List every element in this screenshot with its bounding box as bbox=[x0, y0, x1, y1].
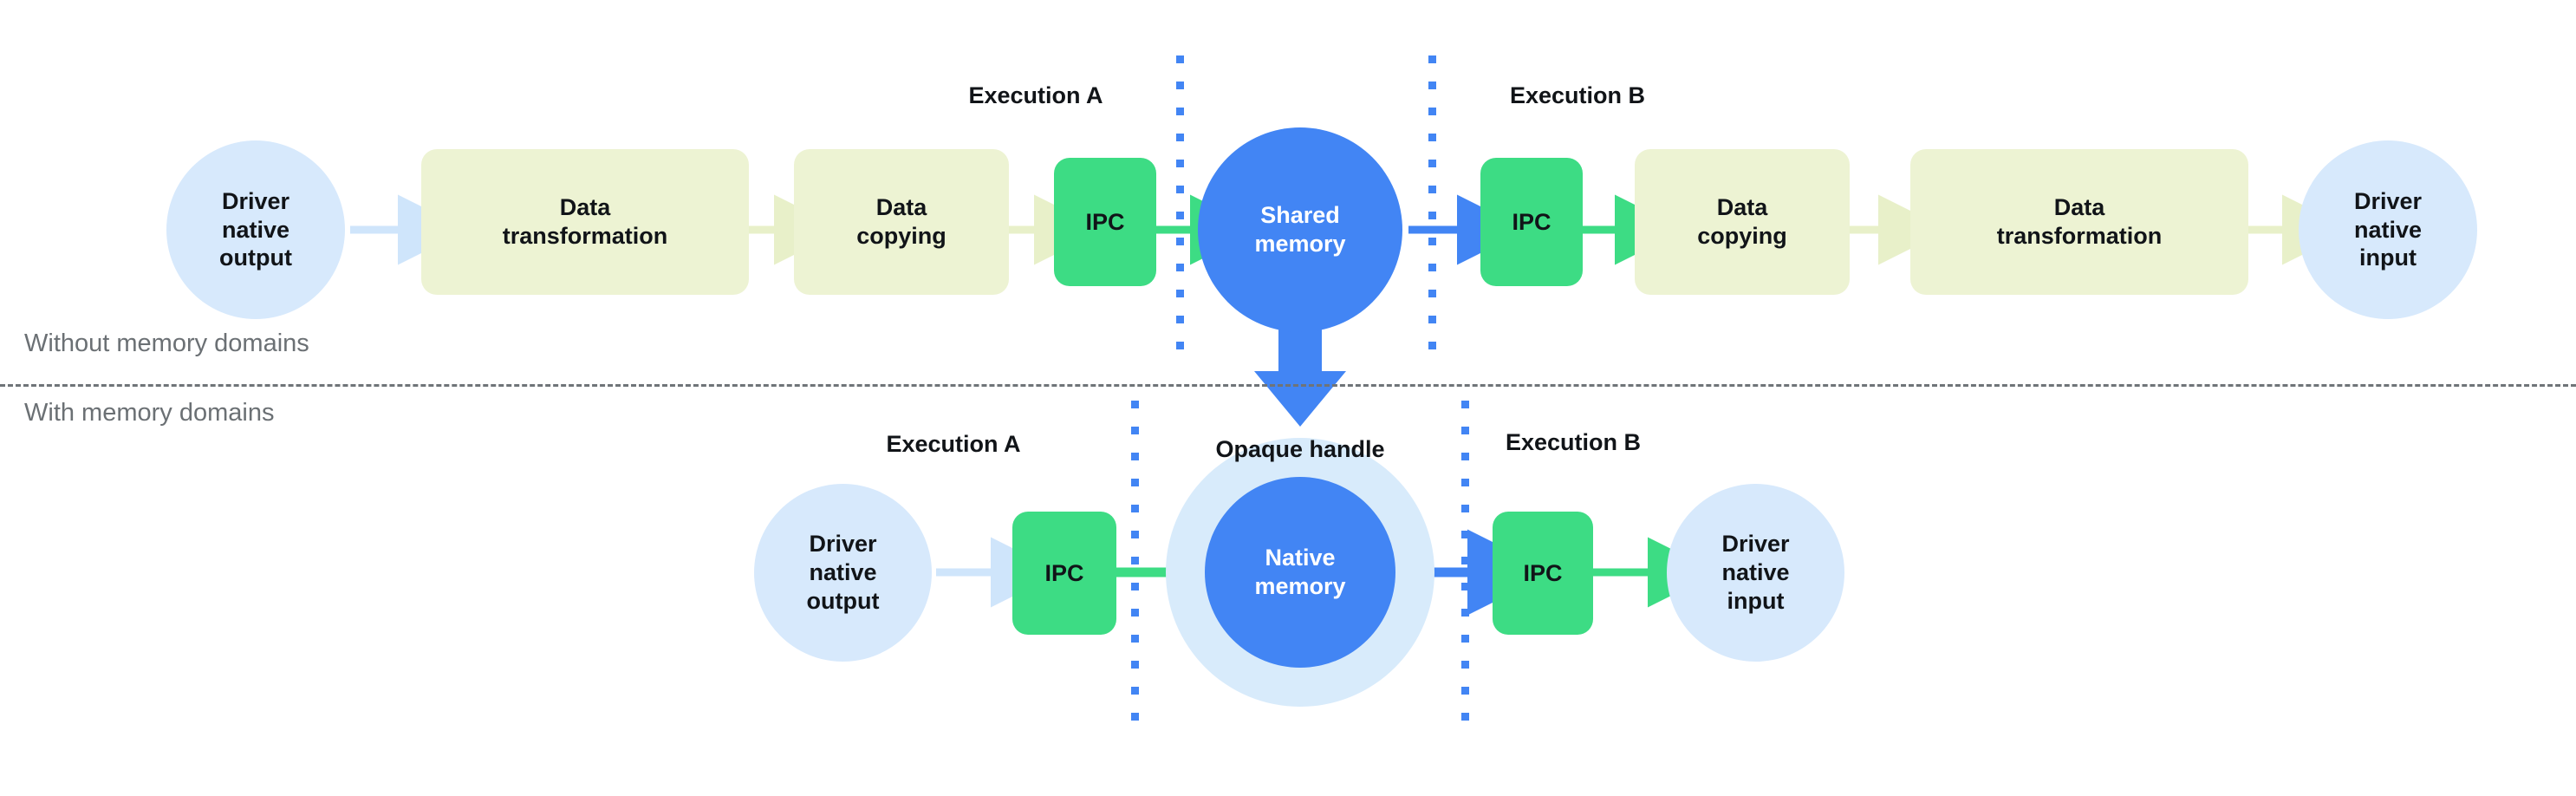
node-ipc-b-2[interactable]: IPC bbox=[1493, 512, 1593, 635]
node-data-copying-b[interactable]: Data copying bbox=[1635, 149, 1850, 295]
node-label: Driver native output bbox=[806, 531, 880, 614]
node-driver-native-output-2[interactable]: Driver native output bbox=[754, 484, 932, 662]
node-label: Driver native input bbox=[1721, 531, 1790, 614]
node-label: Data copying bbox=[1697, 194, 1787, 249]
node-data-copying-a[interactable]: Data copying bbox=[794, 149, 1009, 295]
node-data-transformation-b[interactable]: Data transformation bbox=[1910, 149, 2248, 295]
node-label: Data copying bbox=[856, 194, 946, 249]
node-driver-native-input-2[interactable]: Driver native input bbox=[1667, 484, 1844, 662]
memory-boundary-right-top bbox=[1428, 55, 1436, 359]
node-label: IPC bbox=[1044, 559, 1084, 586]
node-label: Native memory bbox=[1254, 545, 1346, 599]
memory-boundary-right-bottom bbox=[1461, 401, 1469, 735]
section-label-with-memory-domains: With memory domains bbox=[24, 399, 275, 427]
section-label-without-memory-domains: Without memory domains bbox=[24, 329, 309, 357]
node-label: Data transformation bbox=[1996, 194, 2163, 249]
top-execution-a-label: Execution A bbox=[968, 82, 1103, 108]
section-divider bbox=[0, 384, 2576, 387]
memory-boundary-left-top bbox=[1176, 55, 1184, 359]
node-label: Shared memory bbox=[1254, 202, 1346, 257]
node-driver-native-output[interactable]: Driver native output bbox=[166, 140, 345, 319]
node-driver-native-input[interactable]: Driver native input bbox=[2299, 140, 2477, 319]
node-label: IPC bbox=[1512, 208, 1551, 235]
bottom-execution-a-label: Execution A bbox=[886, 431, 1021, 457]
node-label: Data transformation bbox=[502, 194, 668, 249]
node-shared-memory[interactable]: Shared memory bbox=[1198, 127, 1402, 332]
bottom-execution-b-label: Execution B bbox=[1505, 429, 1642, 455]
opaque-handle-label: Opaque handle bbox=[1215, 436, 1385, 462]
node-data-transformation-a[interactable]: Data transformation bbox=[421, 149, 749, 295]
top-execution-b-label: Execution B bbox=[1509, 82, 1646, 108]
node-native-memory[interactable]: Native memory bbox=[1205, 477, 1395, 668]
node-ipc-a-2[interactable]: IPC bbox=[1012, 512, 1116, 635]
diagram-canvas: Execution A Execution B Driver native ou… bbox=[0, 0, 2576, 796]
node-label: Driver native output bbox=[219, 187, 292, 271]
node-label: IPC bbox=[1523, 559, 1563, 586]
node-label: IPC bbox=[1085, 208, 1125, 235]
node-label: Driver native input bbox=[2353, 187, 2423, 271]
memory-boundary-left-bottom bbox=[1131, 401, 1139, 735]
node-ipc-b[interactable]: IPC bbox=[1480, 158, 1583, 286]
node-ipc-a[interactable]: IPC bbox=[1054, 158, 1156, 286]
